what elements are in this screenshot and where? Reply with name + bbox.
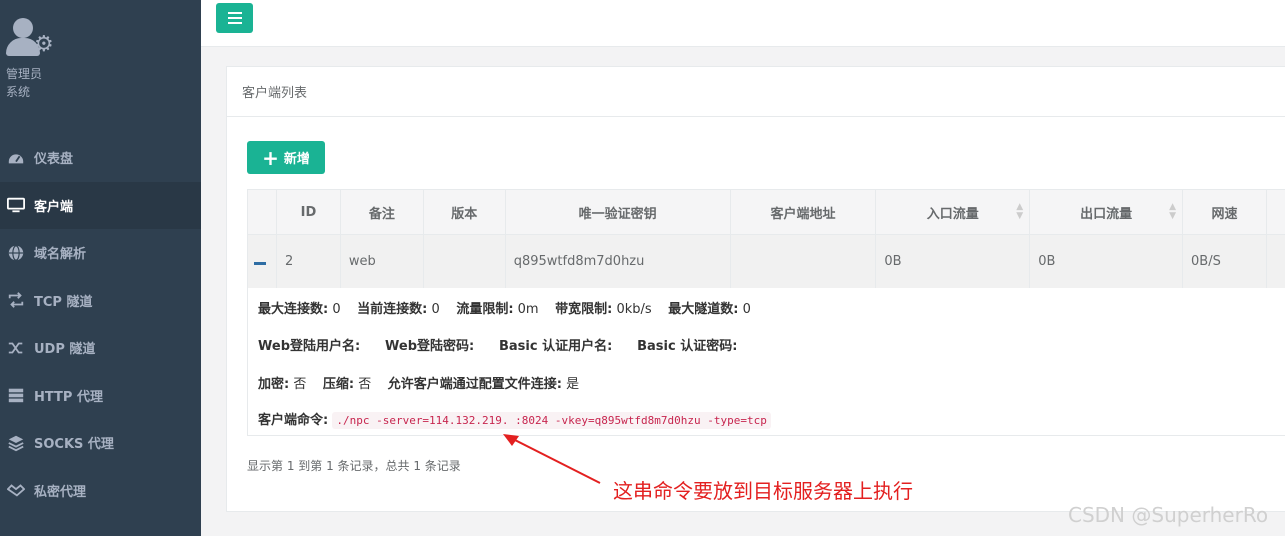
cell-address — [729, 234, 877, 289]
detail-options-row: 加密: 否 压缩: 否 允许客户端通过配置文件连接: 是 — [258, 377, 580, 392]
cell-remark: web — [339, 234, 424, 289]
user-profile: ⚙ 管理员 系统 — [6, 16, 58, 101]
column-header-id[interactable]: ID — [275, 189, 341, 235]
server-icon — [6, 385, 26, 405]
annotation-text: 这串命令要放到目标服务器上执行 — [613, 479, 913, 503]
sidebar-nav: 仪表盘 客户端 域名解析 TCP 隧道 UDP 隧道 HTTP 代理 SOCKS… — [0, 134, 201, 514]
hamburger-icon — [227, 12, 242, 24]
cell-in-flow: 0B — [875, 234, 1031, 289]
table-header-row: ID 备注 版本 唯一验证密钥 客户端地址 入口流量 ▲ ▼ 出口流量 ▲ ▼ 网速 — [247, 189, 1285, 235]
sidebar-item-secret[interactable]: 私密代理 — [0, 467, 201, 515]
retweet-icon — [6, 290, 26, 310]
shuffle-icon — [6, 338, 26, 358]
sidebar-item-dashboard[interactable]: 仪表盘 — [0, 134, 201, 182]
user-gear-icon: ⚙ — [6, 16, 58, 58]
sidebar-item-label: SOCKS 代理 — [34, 437, 114, 453]
layers-icon — [6, 433, 26, 453]
client-detail: 最大连接数: 0 当前连接数: 0 流量限制: 0m 带宽限制: 0kb/s 最… — [247, 288, 1285, 436]
annotation-arrow — [503, 434, 601, 484]
client-list-panel: 客户端列表 + 新增 ID 备注 版本 唯一验证密钥 客户端地址 入口流量 ▲ ▼ … — [226, 66, 1285, 512]
watermark: CSDN @SuperherRo — [1068, 503, 1269, 527]
column-header-remark[interactable]: 备注 — [339, 189, 424, 235]
profile-name: 管理员 — [6, 67, 43, 81]
menu-toggle-button[interactable] — [216, 3, 253, 33]
detail-command-row: 客户端命令: ./npc -server=114.132.219. :8024 … — [258, 409, 771, 429]
sidebar-item-label: 仪表盘 — [34, 152, 74, 168]
client-table: ID 备注 版本 唯一验证密钥 客户端地址 入口流量 ▲ ▼ 出口流量 ▲ ▼ 网速 2… — [247, 189, 1285, 289]
top-navbar — [201, 0, 1285, 47]
panel-title: 客户端列表 — [227, 67, 1285, 117]
add-client-button[interactable]: + 新增 — [247, 141, 325, 174]
cell-extra — [1265, 234, 1285, 289]
column-header-speed[interactable]: 网速 — [1182, 189, 1267, 235]
sidebar-item-domain[interactable]: 域名解析 — [0, 229, 201, 277]
plus-icon: + — [262, 145, 279, 170]
sort-icon: ▲ ▼ — [1169, 202, 1177, 221]
sidebar-item-http[interactable]: HTTP 代理 — [0, 372, 201, 420]
sidebar-item-label: 私密代理 — [34, 484, 87, 500]
sidebar: ⚙ 管理员 系统 仪表盘 客户端 域名解析 TCP 隧道 UDP 隧道 HTTP… — [0, 0, 201, 536]
minus-icon — [254, 262, 266, 265]
sidebar-item-label: 域名解析 — [34, 247, 87, 263]
column-header-vkey[interactable]: 唯一验证密钥 — [504, 189, 731, 235]
column-header-in-flow[interactable]: 入口流量 ▲ ▼ — [875, 189, 1031, 235]
sidebar-item-udp[interactable]: UDP 隧道 — [0, 324, 201, 372]
cell-speed: 0B/S — [1182, 234, 1267, 289]
column-header-version[interactable]: 版本 — [422, 189, 506, 235]
table-row: 2 web q895wtfd8m7d0hzu 0B 0B 0B/S — [247, 234, 1285, 289]
column-header-extra — [1265, 189, 1285, 235]
cell-version — [422, 234, 506, 289]
sidebar-item-label: 客户端 — [34, 199, 74, 215]
detail-limits-row: 最大连接数: 0 当前连接数: 0 流量限制: 0m 带宽限制: 0kb/s 最… — [258, 302, 751, 317]
sidebar-item-label: TCP 隧道 — [34, 294, 93, 310]
handshake-icon — [6, 480, 26, 500]
sidebar-item-clients[interactable]: 客户端 — [0, 181, 201, 229]
cell-vkey: q895wtfd8m7d0hzu — [504, 234, 731, 289]
pagination-info: 显示第 1 到第 1 条记录，总共 1 条记录 — [247, 459, 461, 473]
client-command[interactable]: ./npc -server=114.132.219. :8024 -vkey=q… — [332, 412, 771, 429]
profile-role: 系统 — [6, 85, 31, 99]
dashboard-icon — [6, 148, 26, 168]
column-header-address[interactable]: 客户端地址 — [729, 189, 877, 235]
column-header-out-flow[interactable]: 出口流量 ▲ ▼ — [1029, 189, 1184, 235]
sidebar-item-tcp[interactable]: TCP 隧道 — [0, 277, 201, 325]
cell-out-flow: 0B — [1029, 234, 1184, 289]
globe-icon — [6, 243, 26, 263]
sidebar-item-socks[interactable]: SOCKS 代理 — [0, 419, 201, 467]
sidebar-item-label: UDP 隧道 — [34, 342, 96, 358]
sidebar-item-label: HTTP 代理 — [34, 389, 103, 405]
add-button-label: 新增 — [283, 152, 310, 167]
expand-column-header — [247, 189, 277, 235]
cell-id: 2 — [275, 234, 341, 289]
collapse-toggle[interactable] — [247, 234, 277, 289]
detail-auth-row: Web登陆用户名: Web登陆密码: Basic 认证用户名: Basic 认证… — [258, 339, 738, 354]
monitor-icon — [6, 195, 26, 215]
sort-icon: ▲ ▼ — [1016, 202, 1024, 221]
